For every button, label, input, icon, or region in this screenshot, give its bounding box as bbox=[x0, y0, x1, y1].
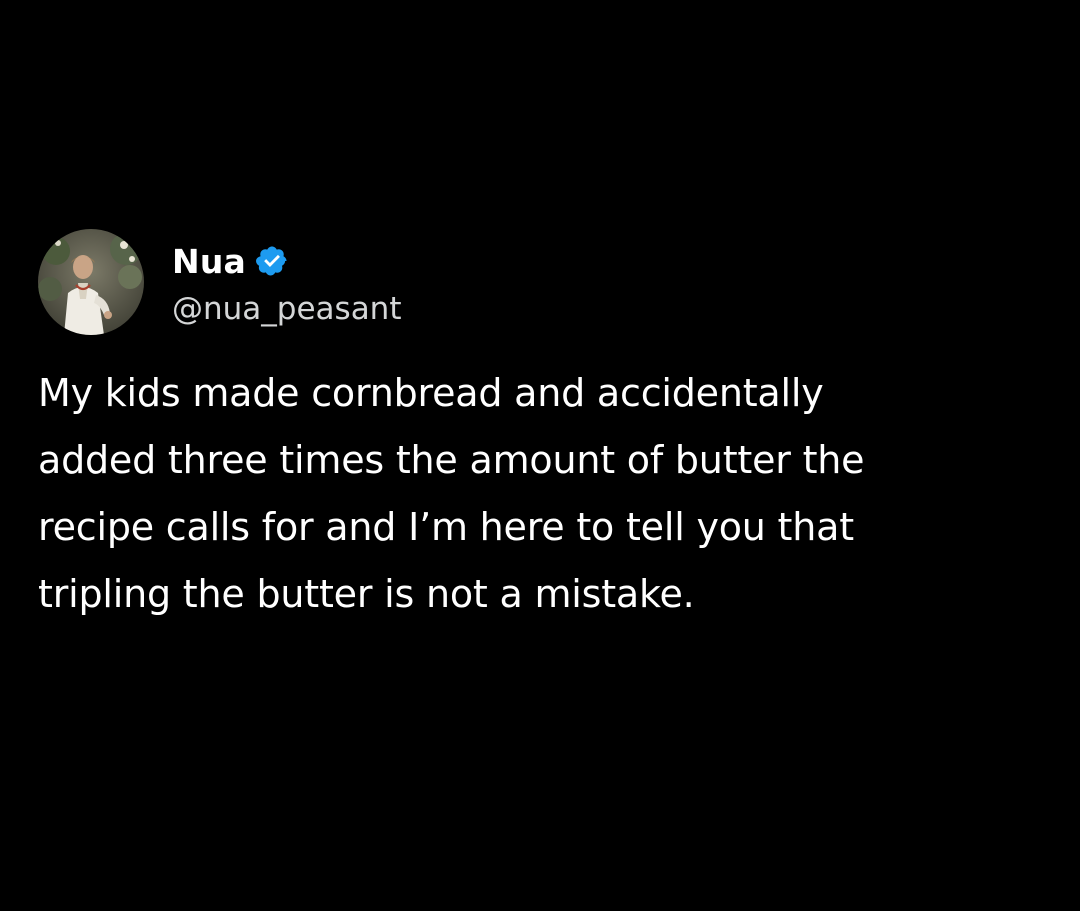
tweet-header: Nua @nua_peasant bbox=[38, 228, 1048, 336]
display-name[interactable]: Nua bbox=[172, 242, 246, 281]
verified-badge-icon bbox=[255, 244, 289, 278]
display-name-row: Nua bbox=[172, 237, 402, 285]
avatar-portrait-icon bbox=[38, 229, 144, 335]
tweet-text: My kids made cornbread and accidentally … bbox=[38, 371, 865, 616]
author-handle[interactable]: @nua_peasant bbox=[172, 291, 402, 327]
author-block: Nua @nua_peasant bbox=[172, 237, 402, 328]
tweet-card: Nua @nua_peasant My kids made cornbread … bbox=[38, 228, 1048, 628]
avatar[interactable] bbox=[38, 229, 144, 335]
